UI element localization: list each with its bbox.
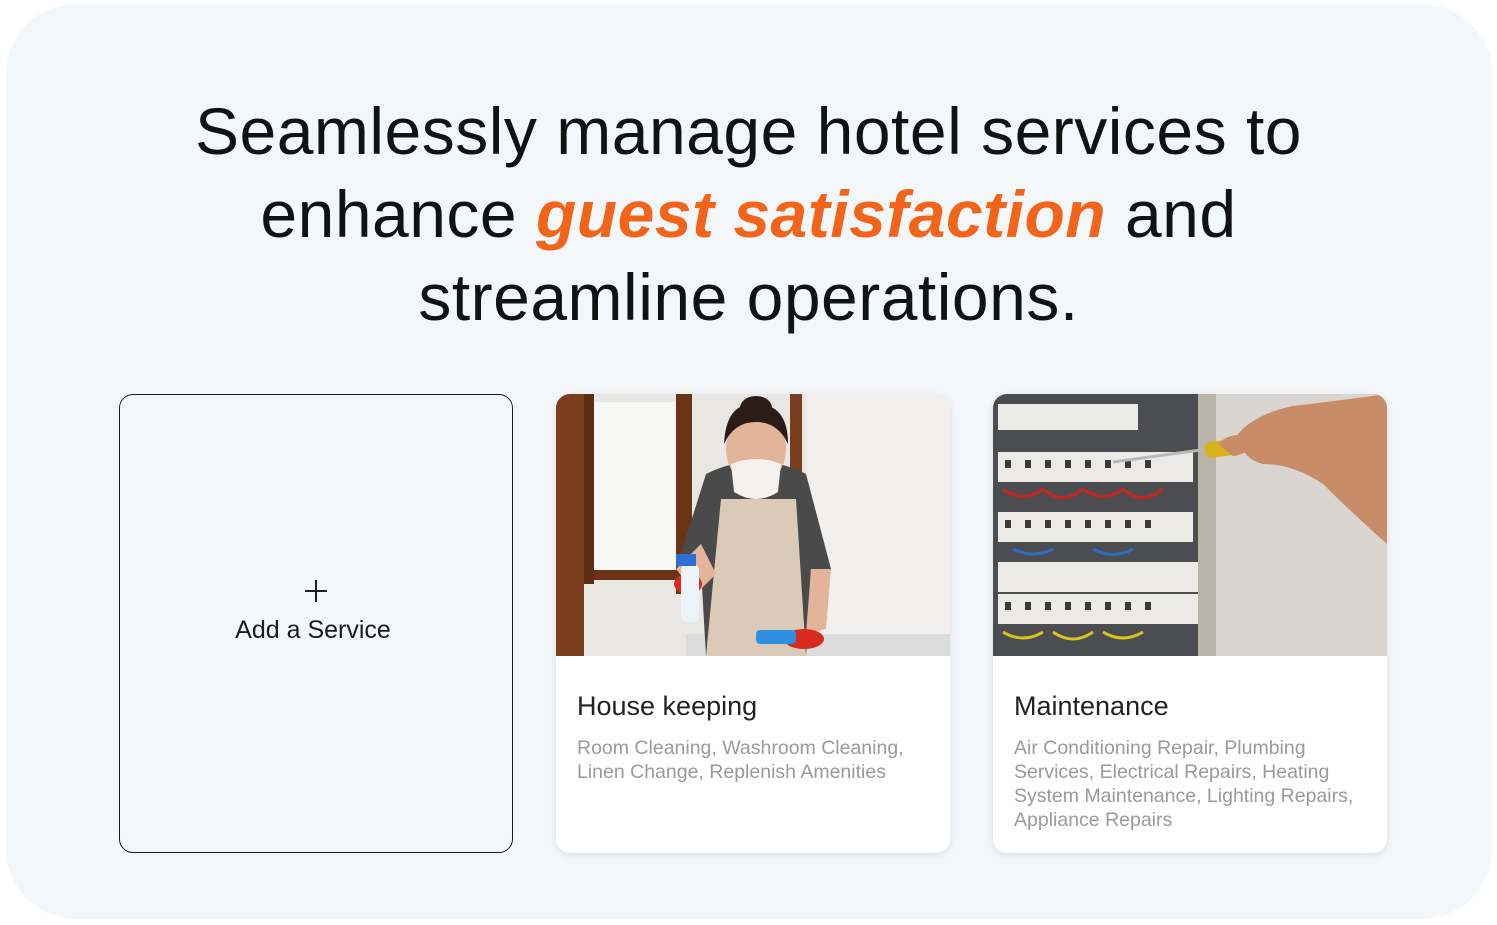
headline-line-2-end: and [1106, 177, 1237, 251]
headline-line-1: Seamlessly manage hotel services to [194, 94, 1302, 168]
service-card-maintenance[interactable]: Maintenance Air Conditioning Repair, Plu… [993, 394, 1387, 853]
add-service-card[interactable]: Add a Service [119, 394, 513, 853]
maintenance-photo [993, 394, 1387, 656]
housekeeping-photo [556, 394, 950, 656]
service-card-housekeeping[interactable]: House keeping Room Cleaning, Washroom Cl… [556, 394, 950, 853]
add-service-label: Add a Service [235, 616, 391, 644]
headline-line-2-start: enhance [260, 177, 536, 251]
headline-accent: guest satisfaction [535, 177, 1107, 251]
page-headline: Seamlessly manage hotel services to enha… [0, 90, 1497, 339]
plus-icon [305, 580, 327, 602]
service-title-maintenance: Maintenance [1014, 691, 1169, 721]
service-description-housekeeping: Room Cleaning, Washroom Cleaning, Linen … [577, 737, 904, 783]
service-description-maintenance: Air Conditioning Repair, Plumbing Servic… [1014, 737, 1354, 831]
add-service-content: Add a Service [120, 580, 512, 645]
service-title-housekeeping: House keeping [577, 691, 758, 721]
headline-line-3: streamline operations. [418, 260, 1079, 334]
